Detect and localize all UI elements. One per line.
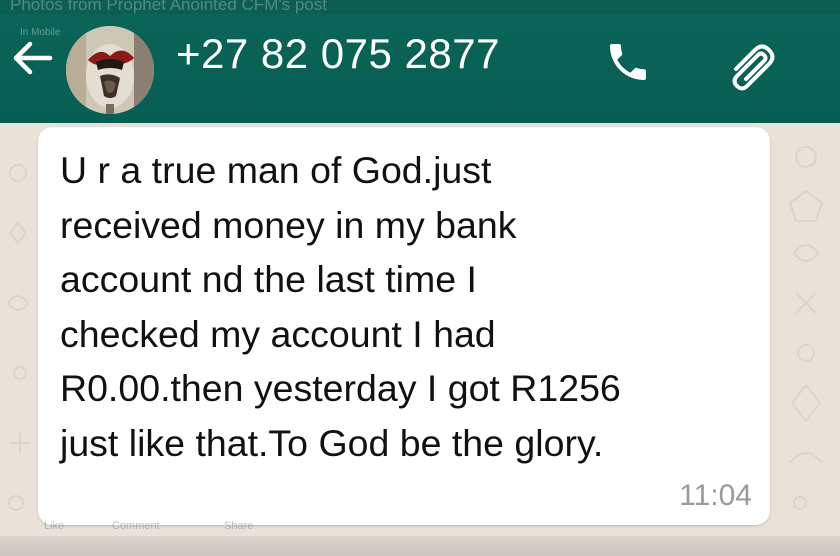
incoming-message-bubble[interactable]: U r a true man of God.just received mone… — [38, 127, 770, 525]
overlay-post-title: Photos from Prophet Anointed CFM's post — [10, 0, 327, 14]
message-text: U r a true man of God.just received mone… — [60, 149, 621, 464]
avatar[interactable] — [66, 26, 154, 114]
overlay-like-label: Like — [44, 520, 65, 532]
chat-header: In Mobile +27 82 075 2877 — [0, 14, 840, 123]
arrow-left-icon[interactable] — [10, 36, 54, 80]
screenshot: Photos from Prophet Anointed CFM's post … — [0, 0, 840, 556]
overlay-strip: Photos from Prophet Anointed CFM's post — [0, 0, 840, 14]
overlay-share-label: Share — [224, 520, 254, 532]
phone-icon[interactable] — [604, 38, 652, 86]
paperclip-icon[interactable] — [722, 36, 780, 94]
overlay-post-actions: Like Comment Share — [0, 512, 840, 536]
message-timestamp: 11:04 — [679, 479, 752, 512]
contact-phone-number[interactable]: +27 82 075 2877 — [176, 30, 500, 78]
overlay-comment-label: Comment — [112, 520, 160, 532]
avatar-image — [66, 26, 154, 114]
wallpaper-doodles-right — [788, 146, 824, 510]
bottom-bar — [0, 536, 840, 556]
wallpaper-doodles-left — [7, 164, 30, 511]
